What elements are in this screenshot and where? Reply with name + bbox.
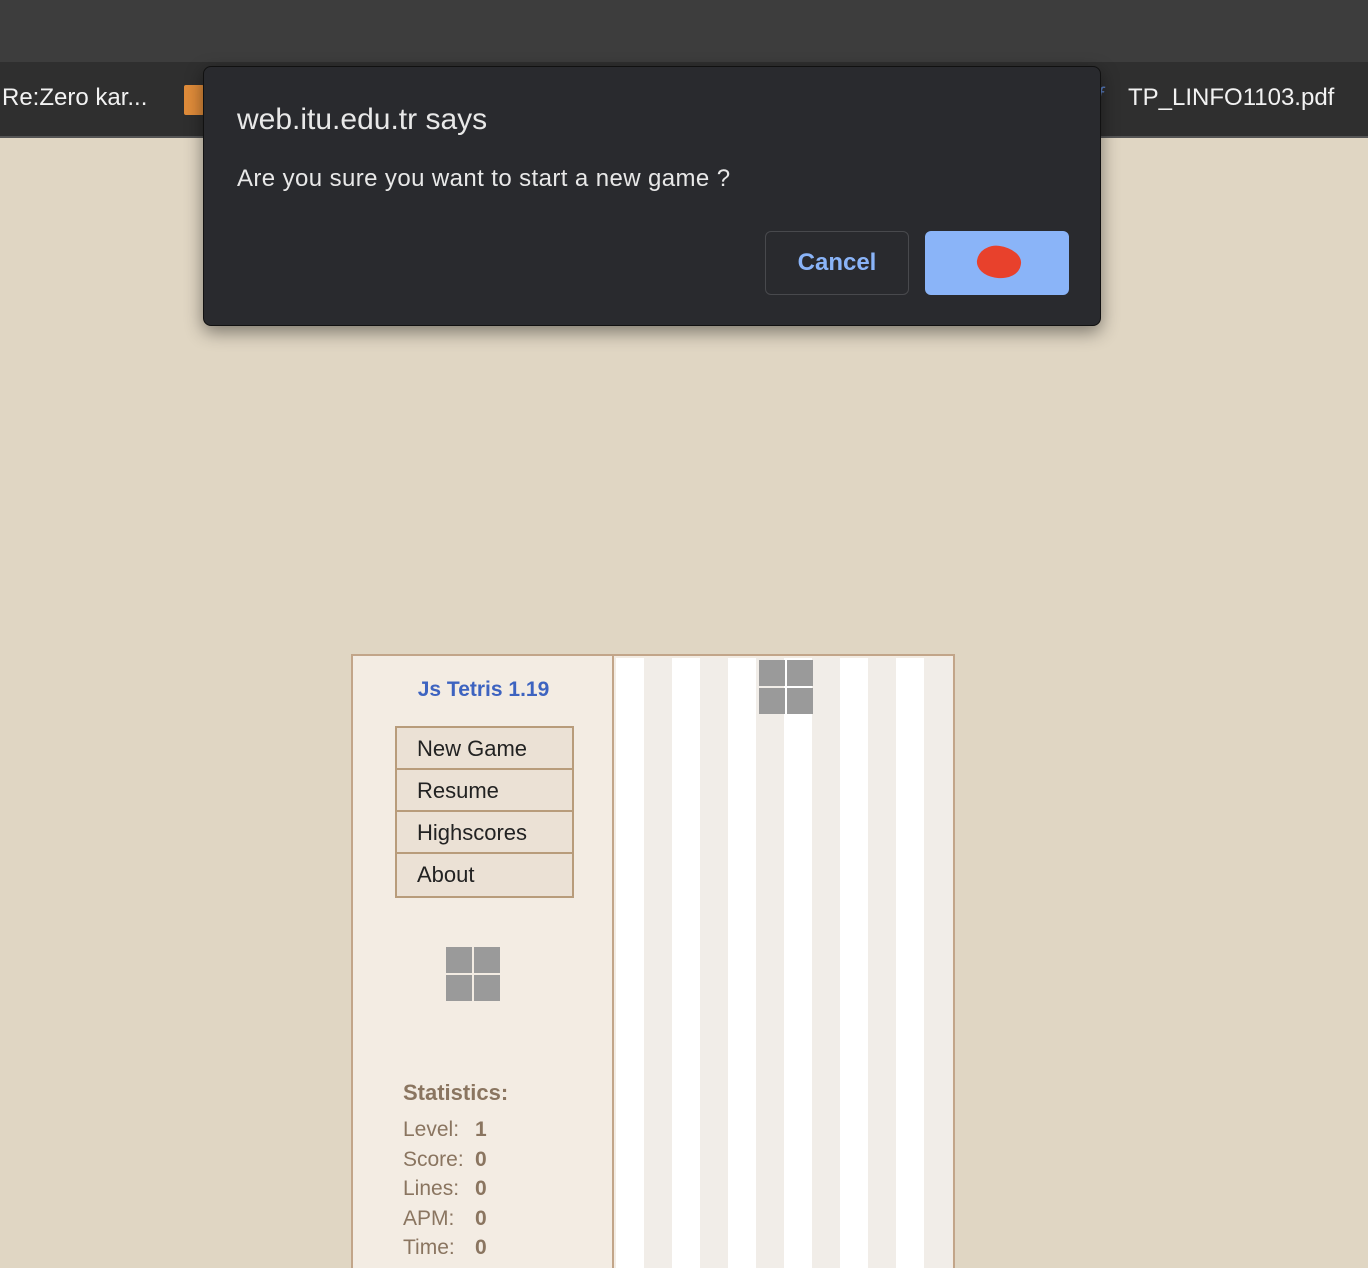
game-board[interactable]	[616, 658, 952, 1268]
board-column	[700, 658, 728, 1268]
dialog-title: web.itu.edu.tr says	[237, 103, 488, 136]
stat-value: 0	[475, 1236, 487, 1259]
board-column	[784, 658, 812, 1268]
game-title: Js Tetris 1.19	[417, 678, 550, 701]
board-column	[672, 658, 700, 1268]
next-piece-block	[474, 947, 500, 973]
falling-piece-block	[759, 660, 785, 686]
next-piece-block	[446, 947, 472, 973]
stat-label: Time:	[403, 1236, 455, 1259]
stat-score: Score: 0	[403, 1148, 487, 1178]
board-column	[616, 658, 644, 1268]
cancel-button[interactable]: Cancel	[765, 231, 909, 295]
stat-label: APM:	[403, 1206, 455, 1230]
board-column	[868, 658, 896, 1268]
bookmark-rezero[interactable]: Re:Zero kar...	[2, 84, 147, 112]
ok-button[interactable]: OK	[925, 231, 1069, 295]
stat-value: 0	[475, 1206, 487, 1230]
falling-piece-block	[787, 688, 813, 714]
stat-apm: APM: 0	[403, 1207, 487, 1237]
falling-piece-block	[759, 688, 785, 714]
stat-level: Level: 1	[403, 1118, 487, 1148]
browser-titlebar	[0, 0, 1368, 62]
board-column	[896, 658, 924, 1268]
board-column	[840, 658, 868, 1268]
board-column	[756, 658, 784, 1268]
next-piece-block	[474, 975, 500, 1001]
stat-value: 0	[475, 1147, 487, 1171]
board-column	[728, 658, 756, 1268]
redaction-blot	[974, 243, 1024, 281]
next-piece-block	[446, 975, 472, 1001]
stat-lines: Lines: 0	[403, 1177, 487, 1207]
stat-label: Level:	[403, 1118, 460, 1141]
highscores-button[interactable]: Highscores	[397, 812, 572, 854]
resume-button[interactable]: Resume	[397, 770, 572, 812]
falling-piece-block	[787, 660, 813, 686]
statistics-list: Level: 1 Score: 0 Lines: 0 APM: 0 Time: …	[403, 1118, 487, 1266]
board-column	[924, 658, 952, 1268]
board-column	[644, 658, 672, 1268]
stat-value: 1	[475, 1118, 487, 1141]
confirm-dialog: web.itu.edu.tr says Are you sure you wan…	[203, 66, 1101, 326]
dialog-message: Are you sure you want to start a new gam…	[237, 165, 731, 192]
new-game-button[interactable]: New Game	[397, 728, 572, 770]
game-sidebar: Js Tetris 1.19 New Game Resume Highscore…	[353, 656, 614, 1268]
tetris-game: Js Tetris 1.19 New Game Resume Highscore…	[351, 654, 955, 1268]
bookmark-tp-linfo1103[interactable]: TP_LINFO1103.pdf	[1128, 84, 1334, 112]
game-menu: New Game Resume Highscores About	[395, 726, 574, 898]
stat-time: Time: 0	[403, 1236, 487, 1266]
board-column	[812, 658, 840, 1268]
about-button[interactable]: About	[397, 854, 572, 896]
stat-value: 0	[475, 1177, 487, 1200]
stat-label: Lines:	[403, 1177, 460, 1200]
stat-label: Score:	[403, 1147, 464, 1171]
statistics-heading: Statistics:	[403, 1080, 509, 1105]
music-favicon-icon	[184, 85, 204, 115]
